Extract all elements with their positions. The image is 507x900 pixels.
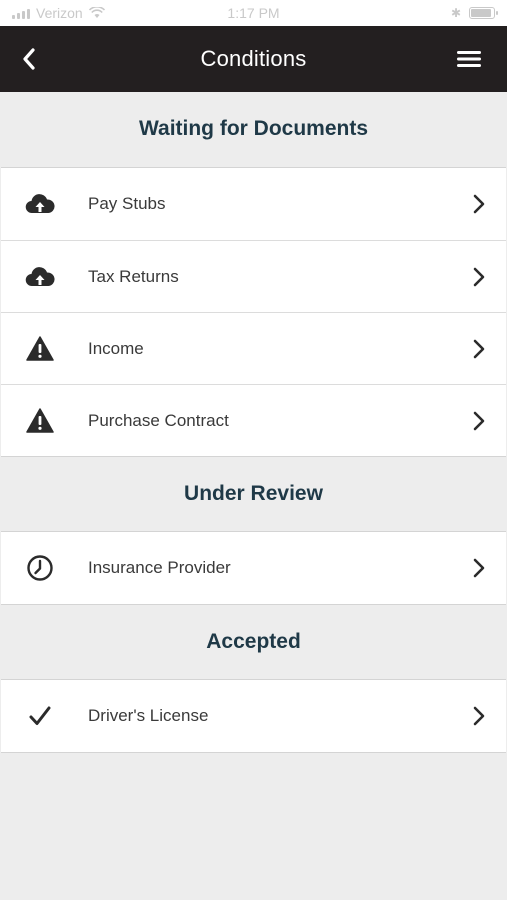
wifi-icon <box>88 7 105 18</box>
status-right: ✱ <box>450 6 498 20</box>
cloud-upload-icon <box>25 189 55 219</box>
status-time: 1:17 PM <box>227 5 280 21</box>
list-item-label: Tax Returns <box>88 266 179 286</box>
warning-icon <box>25 334 55 364</box>
chevron-right-icon <box>472 338 486 360</box>
back-button[interactable] <box>22 26 62 92</box>
section-title-accepted: Accepted <box>206 630 301 653</box>
list-item-pay-stubs[interactable]: Pay Stubs <box>1 168 506 240</box>
list-item-label: Driver's License <box>88 706 209 725</box>
clock-icon <box>25 553 55 583</box>
list-item-insurance-provider[interactable]: Insurance Provider <box>1 532 506 604</box>
carrier-name: Verizon <box>36 5 83 21</box>
chevron-right-icon <box>472 557 486 579</box>
cloud-upload-icon <box>25 262 55 292</box>
section-title-waiting-for-documents: Waiting for Documents <box>138 117 369 140</box>
list-item-income[interactable]: Income <box>1 312 506 384</box>
chevron-right-icon <box>472 410 486 432</box>
page-title: Conditions <box>200 46 307 71</box>
chevron-left-icon <box>23 48 35 70</box>
list-item-label: Insurance Provider <box>88 558 231 577</box>
warning-icon <box>25 406 55 436</box>
list-item-label: Purchase Contract <box>88 410 229 430</box>
status-left: Verizon <box>12 5 105 21</box>
signal-strength-icon <box>12 7 30 19</box>
hamburger-menu-icon <box>457 51 481 67</box>
list-item-label: Income <box>88 338 144 358</box>
battery-icon <box>469 7 498 19</box>
waiting-documents-list: Pay Stubs Tax Returns Income Purchase Co… <box>1 167 506 457</box>
list-item-drivers-license[interactable]: Driver's License <box>1 680 506 752</box>
chevron-right-icon <box>472 266 486 288</box>
list-item-tax-returns[interactable]: Tax Returns <box>1 240 506 312</box>
battery-level <box>471 9 491 17</box>
list-item-label: Pay Stubs <box>88 194 166 213</box>
accepted-list: Driver's License <box>1 679 506 753</box>
chevron-right-icon <box>472 193 486 215</box>
bluetooth-icon: ✱ <box>450 6 461 20</box>
section-title-under-review: Under Review <box>184 482 323 505</box>
menu-button[interactable] <box>449 26 489 92</box>
list-item-purchase-contract[interactable]: Purchase Contract <box>1 384 506 456</box>
checkmark-icon <box>25 701 55 731</box>
nav-bar: Conditions <box>0 26 507 92</box>
chevron-right-icon <box>472 705 486 727</box>
under-review-list: Insurance Provider <box>1 531 506 605</box>
status-bar: Verizon 1:17 PM ✱ <box>0 0 507 26</box>
